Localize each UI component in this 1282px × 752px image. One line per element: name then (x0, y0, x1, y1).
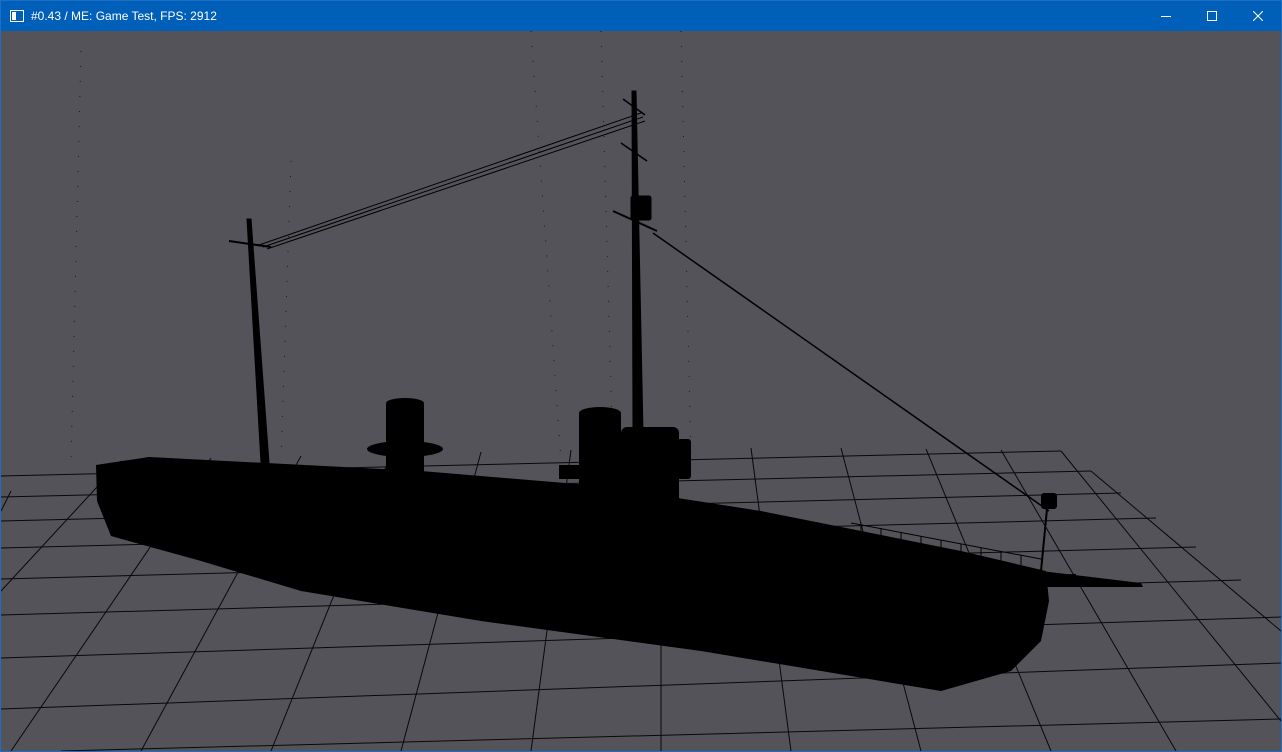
window-title: #0.43 / ME: Game Test, FPS: 2912 (31, 9, 217, 23)
app-window: #0.43 / ME: Game Test, FPS: 2912 (0, 0, 1282, 752)
title-bar[interactable]: #0.43 / ME: Game Test, FPS: 2912 (1, 1, 1281, 31)
game-viewport[interactable] (1, 31, 1281, 751)
maximize-button[interactable] (1189, 1, 1235, 31)
maximize-icon (1207, 11, 1217, 21)
minimize-icon (1161, 16, 1171, 17)
dotted-guides (70, 31, 692, 462)
scene-canvas[interactable] (1, 31, 1281, 751)
close-button[interactable] (1235, 1, 1281, 31)
minimize-button[interactable] (1143, 1, 1189, 31)
close-icon (1253, 11, 1263, 21)
aft-mast (228, 218, 272, 464)
fore-mast (612, 90, 658, 434)
app-icon (9, 8, 25, 24)
window-controls (1143, 1, 1281, 31)
